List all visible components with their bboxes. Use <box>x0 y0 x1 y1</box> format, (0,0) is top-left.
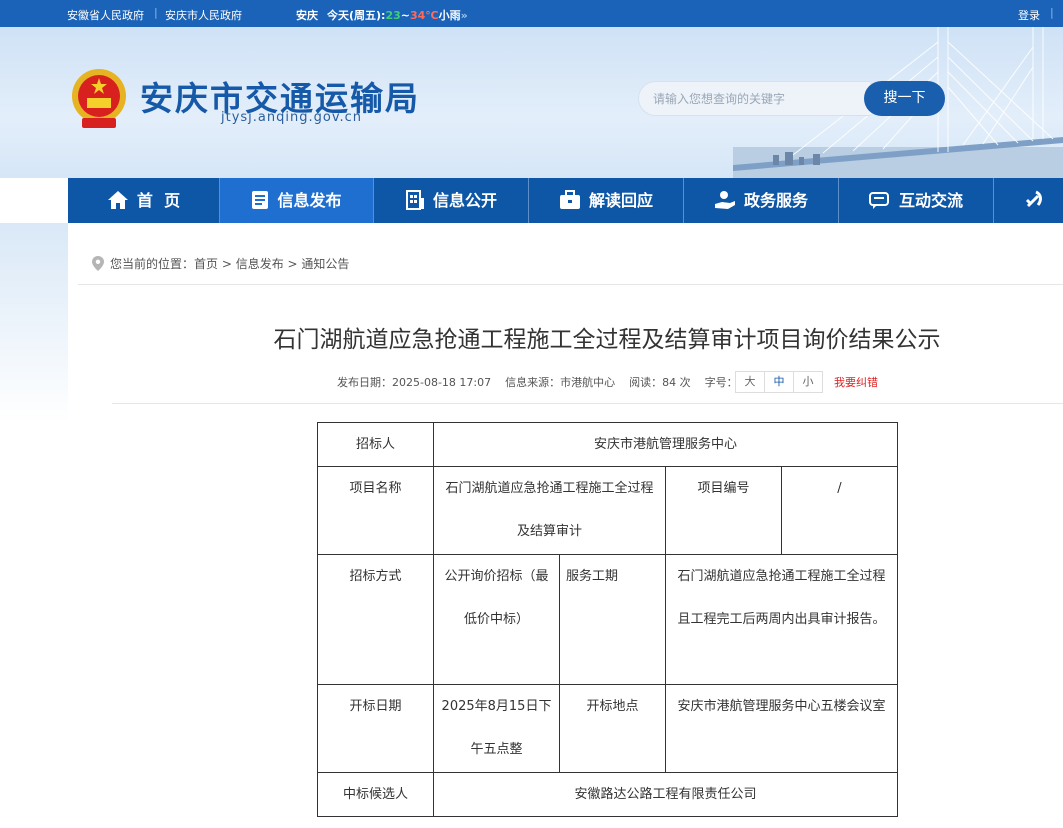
briefcase-icon <box>559 190 580 209</box>
divider: | <box>1050 6 1054 19</box>
breadcrumb: 您当前的位置：首页 > 信息发布 > 通知公告 <box>92 255 349 272</box>
weather-widget: 今天(周五):23~34℃小雨» <box>327 7 468 23</box>
nav-item-gov-service[interactable]: 政务服务 <box>684 178 839 223</box>
chevron-right-icon: » <box>460 9 468 22</box>
nav-label: 信息发布 <box>277 191 342 210</box>
table-cell-value: 2025年8月15日下午五点整 <box>433 684 560 773</box>
location-pin-icon <box>92 256 104 271</box>
login-link[interactable]: 登录 <box>1018 7 1040 23</box>
table-cell-label: 招标人 <box>317 422 434 467</box>
table-cell-value: 石门湖航道应急抢通工程施工全过程及结算审计 <box>433 466 666 555</box>
national-emblem-icon <box>72 69 126 128</box>
view-count: 阅读：84 次 <box>629 376 691 389</box>
building-icon <box>405 190 424 210</box>
table-cell-value: / <box>781 466 898 555</box>
table-cell-value: 安庆市港航管理服务中心五楼会议室 <box>665 684 898 773</box>
divider: | <box>154 6 158 19</box>
font-size-switcher: 大中小 <box>735 371 823 393</box>
nav-label: 信息公开 <box>432 191 497 210</box>
article-meta: 发布日期：2025-08-18 17:07 信息来源：市港航中心 阅读：84 次字号… <box>337 374 752 390</box>
nav-item-interpretation[interactable]: 解读回应 <box>529 178 684 223</box>
font-size-large-button[interactable]: 大 <box>736 372 765 392</box>
weather-city: 安庆 <box>296 9 318 22</box>
breadcrumb-home[interactable]: 首页 <box>194 257 218 271</box>
nav-item-home[interactable]: 首 页 <box>68 178 220 223</box>
nav-label: 互动交流 <box>898 191 963 210</box>
temp-high: 34℃ <box>410 9 439 22</box>
table-cell-label: 开标地点 <box>559 684 666 773</box>
nav-item-party[interactable]: 党 <box>994 178 1063 255</box>
table-row: 项目名称 石门湖航道应急抢通工程施工全过程及结算审计 项目编号 / <box>317 466 898 555</box>
link-anqing-gov[interactable]: 安庆市人民政府 <box>165 7 242 23</box>
nav-item-interaction[interactable]: 互动交流 <box>839 178 994 223</box>
weather-desc: 小雨 <box>438 9 461 22</box>
breadcrumb-sep: > <box>283 257 302 271</box>
table-cell-label: 开标日期 <box>317 684 434 773</box>
breadcrumb-prefix: 您当前的位置： <box>110 257 195 271</box>
top-bar: 安徽省人民政府 | 安庆市人民政府 安庆 今天(周五):23~34℃小雨» 登录… <box>0 0 1063 27</box>
site-header: 安庆市交通运输局 jtysj.anqing.gov.cn 请输入您想查询的关键字… <box>0 27 1063 178</box>
divider <box>112 403 1063 404</box>
nav-item-info-release[interactable]: 信息发布 <box>220 178 374 223</box>
font-size-small-button[interactable]: 小 <box>794 372 822 392</box>
table-cell-value: 公开询价招标（最低价中标） <box>433 554 560 685</box>
table-cell-value: 安庆市港航管理服务中心 <box>433 422 898 467</box>
temp-low: 23 <box>385 9 401 22</box>
breadcrumb-notice[interactable]: 通知公告 <box>301 257 349 271</box>
main-nav: 首 页 信息发布 信息公开 解读回应 政务服务 互动交流 党 <box>68 178 1063 255</box>
site-domain: jtysj.anqing.gov.cn <box>221 110 363 125</box>
party-icon <box>1025 190 1042 208</box>
search-input[interactable]: 请输入您想查询的关键字 <box>638 81 870 116</box>
nav-item-info-public[interactable]: 信息公开 <box>374 178 529 223</box>
publish-date: 发布日期：2025-08-18 17:07 <box>337 376 492 389</box>
breadcrumb-info-release[interactable]: 信息发布 <box>236 257 284 271</box>
temp-sep: ~ <box>400 9 410 22</box>
table-cell-label: 项目编号 <box>665 466 782 555</box>
table-cell-label: 招标方式 <box>317 554 434 685</box>
table-cell-label: 项目名称 <box>317 466 434 555</box>
table-row: 招标人 安庆市港航管理服务中心 <box>317 422 898 467</box>
nav-label: 解读回应 <box>588 191 653 210</box>
document-icon <box>252 191 269 209</box>
weather-prefix: 今天(周五): <box>327 9 386 22</box>
divider <box>78 284 1063 285</box>
breadcrumb-sep: > <box>218 257 236 271</box>
table-cell-label: 中标候选人 <box>317 772 434 817</box>
service-hand-icon <box>714 191 735 209</box>
page-title: 石门湖航道应急抢通工程施工全过程及结算审计项目询价结果公示 <box>273 327 941 353</box>
table-row: 开标日期 2025年8月15日下午五点整 开标地点 安庆市港航管理服务中心五楼会… <box>317 684 898 773</box>
table-cell-label: 服务工期 <box>559 554 666 685</box>
table-cell-value: 安徽路达公路工程有限责任公司 <box>433 772 898 817</box>
home-icon <box>107 191 128 209</box>
nav-label: 政务服务 <box>743 191 808 210</box>
chat-icon <box>868 192 889 209</box>
info-source: 信息来源：市港航中心 <box>505 376 616 389</box>
font-size-label: 字号： <box>704 376 738 389</box>
font-size-medium-button[interactable]: 中 <box>765 372 794 392</box>
background-fade <box>0 223 68 423</box>
nav-label: 首 页 <box>136 191 181 210</box>
table-row: 招标方式 公开询价招标（最低价中标） 服务工期 石门湖航道应急抢通工程施工全过程… <box>317 554 898 685</box>
report-error-link[interactable]: 我要纠错 <box>834 374 878 390</box>
table-cell-value: 石门湖航道应急抢通工程施工全过程且工程完工后两周内出具审计报告。 <box>665 554 898 685</box>
table-row: 中标候选人 安徽路达公路工程有限责任公司 <box>317 772 898 817</box>
result-table: 招标人 安庆市港航管理服务中心 项目名称 石门湖航道应急抢通工程施工全过程及结算… <box>317 422 898 817</box>
search-button[interactable]: 搜一下 <box>864 81 945 116</box>
link-anhui-gov[interactable]: 安徽省人民政府 <box>67 7 144 23</box>
